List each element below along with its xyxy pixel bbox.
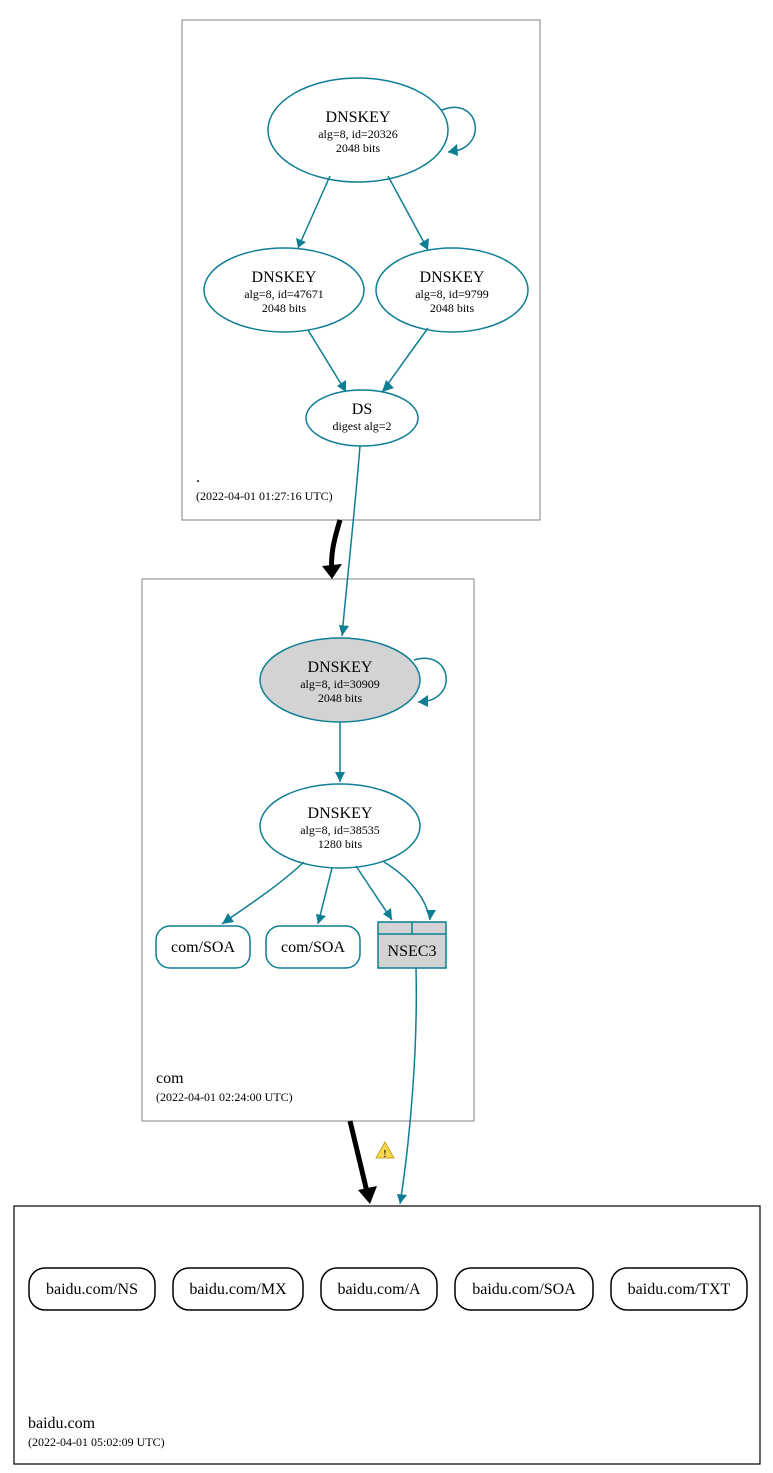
svg-text:com/SOA: com/SOA [281,939,345,956]
svg-text:alg=8, id=38535: alg=8, id=38535 [300,823,380,837]
svg-text:alg=8, id=47671: alg=8, id=47671 [244,287,324,301]
edge-nsec3-to-baidu [400,968,416,1204]
edge-zsk2-to-ds [382,328,428,392]
svg-text:DNSKEY: DNSKEY [308,805,373,822]
svg-text:com/SOA: com/SOA [171,939,235,956]
zone-com-label: com [156,1070,184,1087]
node-com-soa1: com/SOA [156,926,250,968]
svg-text:NSEC3: NSEC3 [388,943,437,960]
svg-text:baidu.com/MX: baidu.com/MX [189,1281,287,1298]
warning-icon: ! [376,1142,394,1160]
node-baidu-mx: baidu.com/MX [173,1268,303,1310]
svg-text:baidu.com/SOA: baidu.com/SOA [472,1281,576,1298]
node-root-ksk: DNSKEY alg=8, id=20326 2048 bits [268,78,448,182]
edge-ds-to-com-ksk [342,446,360,636]
node-root-ds: DS digest alg=2 [306,390,418,446]
svg-text:2048 bits: 2048 bits [318,691,363,705]
svg-text:DNSKEY: DNSKEY [326,109,391,126]
svg-text:1280 bits: 1280 bits [318,837,363,851]
svg-text:alg=8, id=30909: alg=8, id=30909 [300,677,380,691]
edge-com-zsk-soa1 [222,862,304,924]
node-baidu-ns: baidu.com/NS [29,1268,155,1310]
dnssec-diagram: . (2022-04-01 01:27:16 UTC) DNSKEY alg=8… [0,0,773,1473]
edge-com-to-baidu-deleg [350,1121,368,1196]
zone-baidu-label: baidu.com [28,1415,96,1432]
node-nsec3: NSEC3 [378,922,446,968]
node-root-zsk1: DNSKEY alg=8, id=47671 2048 bits [204,248,364,332]
zone-com-time: (2022-04-01 02:24:00 UTC) [156,1090,293,1104]
node-baidu-a: baidu.com/A [321,1268,437,1310]
edge-ksk-to-zsk2 [388,176,428,250]
edge-zsk1-to-ds [308,330,346,392]
node-baidu-txt: baidu.com/TXT [611,1268,747,1310]
svg-text:DNSKEY: DNSKEY [308,659,373,676]
svg-text:baidu.com/TXT: baidu.com/TXT [628,1281,731,1298]
edge-ksk-to-zsk1 [298,176,330,248]
svg-text:alg=8, id=9799: alg=8, id=9799 [415,287,489,301]
svg-text:baidu.com/A: baidu.com/A [337,1281,421,1298]
node-com-zsk: DNSKEY alg=8, id=38535 1280 bits [260,784,420,868]
zone-root-time: (2022-04-01 01:27:16 UTC) [196,489,333,503]
svg-text:digest alg=2: digest alg=2 [332,419,391,433]
svg-text:DS: DS [352,401,372,418]
zone-baidu-box [14,1206,760,1464]
svg-text:alg=8, id=20326: alg=8, id=20326 [318,127,398,141]
svg-text:2048 bits: 2048 bits [262,301,307,315]
zone-root-label: . [196,469,200,486]
svg-text:baidu.com/NS: baidu.com/NS [46,1281,138,1298]
svg-text:DNSKEY: DNSKEY [420,269,485,286]
svg-text:DNSKEY: DNSKEY [252,269,317,286]
node-root-zsk2: DNSKEY alg=8, id=9799 2048 bits [376,248,528,332]
zone-baidu-time: (2022-04-01 05:02:09 UTC) [28,1435,165,1449]
node-com-soa2: com/SOA [266,926,360,968]
node-com-ksk: DNSKEY alg=8, id=30909 2048 bits [260,638,420,722]
svg-text:2048 bits: 2048 bits [336,141,381,155]
node-baidu-soa: baidu.com/SOA [455,1268,593,1310]
svg-text:!: ! [383,1148,387,1160]
svg-text:2048 bits: 2048 bits [430,301,475,315]
